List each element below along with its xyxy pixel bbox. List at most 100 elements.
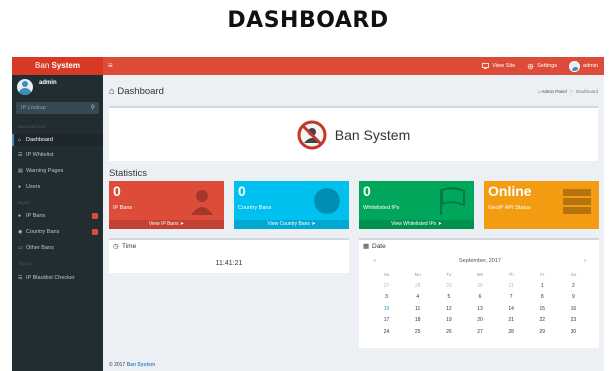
footer-copyright: © 2017 [109, 362, 127, 368]
calendar-day[interactable]: 17 [371, 315, 402, 327]
calendar-day[interactable]: 16 [558, 304, 589, 316]
calendar-day[interactable]: 11 [402, 304, 433, 316]
sidebar-item-label: Users [26, 184, 41, 190]
breadcrumb-current: Dashboard [575, 89, 598, 94]
whitelisted-ips-box: 0 Whitelisted IPs View Whitelisted IPs ➤ [359, 181, 474, 229]
stat-number: 0 [238, 183, 246, 199]
search-icon[interactable]: ⚲ [91, 102, 95, 114]
calendar-day[interactable]: 28 [402, 281, 433, 293]
calendar-icon: ▦ [363, 243, 370, 250]
time-panel-title: ◷ Time [113, 242, 136, 250]
gear-icon [527, 63, 534, 69]
calendar-day[interactable]: 29 [433, 281, 464, 293]
sidebar-item-label: IP Bans [26, 213, 46, 219]
sidebar-item-dashboard[interactable]: ⌂ Dashboard [12, 134, 103, 146]
ip-lookup-input[interactable]: IP Lookup ⚲ [16, 102, 99, 114]
calendar-day-today[interactable]: 10 [371, 304, 402, 316]
calendar-day[interactable]: 25 [402, 327, 433, 339]
view-site-link[interactable]: View Site [482, 63, 515, 69]
user-menu[interactable]: admin [569, 60, 598, 72]
sidebar-item-ip-blacklist-checker[interactable]: ☰ IP Blacklist Checker [12, 272, 103, 284]
breadcrumb-home-link[interactable]: Admin Panel [541, 89, 567, 94]
calendar-day[interactable]: 28 [496, 327, 527, 339]
view-whitelisted-ips-link[interactable]: View Whitelisted IPs ➤ [359, 220, 474, 229]
arrow-circle-right-icon: ➤ [437, 221, 442, 227]
country-bans-box: 0 Country Bans View Country Bans ➤ [234, 181, 349, 229]
home-icon: ⌂ [109, 86, 115, 97]
home-icon: ⌂ [537, 89, 541, 94]
calendar-day[interactable]: 12 [433, 304, 464, 316]
calendar-day[interactable]: 30 [464, 281, 495, 293]
date-panel: ▦ Date ‹ September, 2017 › Su Mo Tu We Th… [359, 238, 599, 348]
date-panel-title: ▦ Date [363, 242, 386, 250]
sidebar-item-label: Dashboard [26, 137, 53, 143]
sidebar: admin IP Lookup ⚲ NAVIGATION ⌂ Dashboard … [12, 75, 103, 371]
date-panel-title-text: Date [372, 243, 386, 250]
time-panel: ◷ Time 11:41:21 [109, 238, 349, 273]
footer-brand-link[interactable]: Ban System [127, 362, 156, 368]
breadcrumb-separator: > [570, 89, 573, 94]
sidebar-item-ip-whitelist[interactable]: ☰ IP Whitelist [12, 149, 103, 161]
stat-footer-label: View Country Bans [267, 221, 310, 227]
sidebar-item-label: IP Blacklist Checker [26, 275, 75, 281]
calendar-month: September, 2017 [459, 258, 501, 264]
globe-icon [314, 188, 340, 214]
calendar-day[interactable]: 27 [371, 281, 402, 293]
sidebar-item-warning-pages[interactable]: ▤ Warning Pages [12, 165, 103, 177]
calendar-day[interactable]: 15 [527, 304, 558, 316]
count-badge [92, 229, 98, 235]
calendar-day[interactable]: 19 [433, 315, 464, 327]
calendar-day[interactable]: 21 [496, 315, 527, 327]
calendar-day[interactable]: 24 [371, 327, 402, 339]
file-icon: ▤ [18, 168, 23, 174]
calendar-day[interactable]: 1 [527, 281, 558, 293]
calendar-day[interactable]: 4 [402, 292, 433, 304]
calendar-day[interactable]: 22 [527, 315, 558, 327]
server-icon [563, 189, 591, 214]
calendar-day[interactable]: 2 [558, 281, 589, 293]
calendar-day[interactable]: 20 [464, 315, 495, 327]
view-ip-bans-link[interactable]: View IP Bans ➤ [109, 220, 224, 229]
calendar-day[interactable]: 14 [496, 304, 527, 316]
calendar-day[interactable]: 5 [433, 292, 464, 304]
stat-number: 0 [113, 183, 121, 199]
calendar-day[interactable]: 6 [464, 292, 495, 304]
weekday: Tu [446, 272, 452, 277]
calendar-day[interactable]: 3 [371, 292, 402, 304]
sidebar-item-label: Country Bans [26, 229, 60, 235]
calendar-day[interactable]: 23 [558, 315, 589, 327]
calendar-day[interactable]: 7 [496, 292, 527, 304]
count-badge [92, 213, 98, 219]
calendar-day[interactable]: 29 [527, 327, 558, 339]
stat-label: Country Bans [238, 205, 272, 211]
sidebar-item-users[interactable]: ● Users [12, 181, 103, 193]
calendar-day[interactable]: 31 [496, 281, 527, 293]
calendar-day[interactable]: 27 [464, 327, 495, 339]
calendar-day[interactable]: 26 [433, 327, 464, 339]
stat-label: GeoIP API Status [488, 205, 531, 211]
calendar-day[interactable]: 9 [558, 292, 589, 304]
brand-logo[interactable]: Ban System [12, 57, 103, 75]
banner-title: Ban System [334, 126, 411, 143]
page-heading: DASHBOARD [227, 8, 389, 33]
calendar-header: ‹ September, 2017 › [371, 256, 589, 267]
brand-second: System [51, 61, 80, 70]
calendar-day[interactable]: 18 [402, 315, 433, 327]
view-country-bans-link[interactable]: View Country Bans ➤ [234, 220, 349, 229]
calendar-day[interactable]: 30 [558, 327, 589, 339]
sidebar-item-country-bans[interactable]: ◉ Country Bans [12, 226, 103, 238]
calendar-day[interactable]: 13 [464, 304, 495, 316]
sidebar-toggle-icon[interactable]: ≡ [108, 57, 113, 75]
clock-value: 11:41:21 [215, 260, 243, 267]
top-nav: View Site Settings admin [482, 57, 598, 75]
brand-first: Ban [35, 61, 52, 70]
settings-link[interactable]: Settings [527, 63, 557, 70]
stat-number: Online [488, 183, 532, 199]
sidebar-user-name: admin [39, 80, 57, 86]
calendar-week: 17 18 19 20 21 22 23 [371, 315, 589, 327]
sidebar-item-other-bans[interactable]: ▭ Other Bans [12, 242, 103, 254]
sidebar-item-ip-bans[interactable]: ● IP Bans [12, 210, 103, 222]
chevron-right-icon[interactable]: › [584, 256, 586, 267]
calendar-day[interactable]: 8 [527, 292, 558, 304]
user-menu-label: admin [583, 63, 598, 69]
